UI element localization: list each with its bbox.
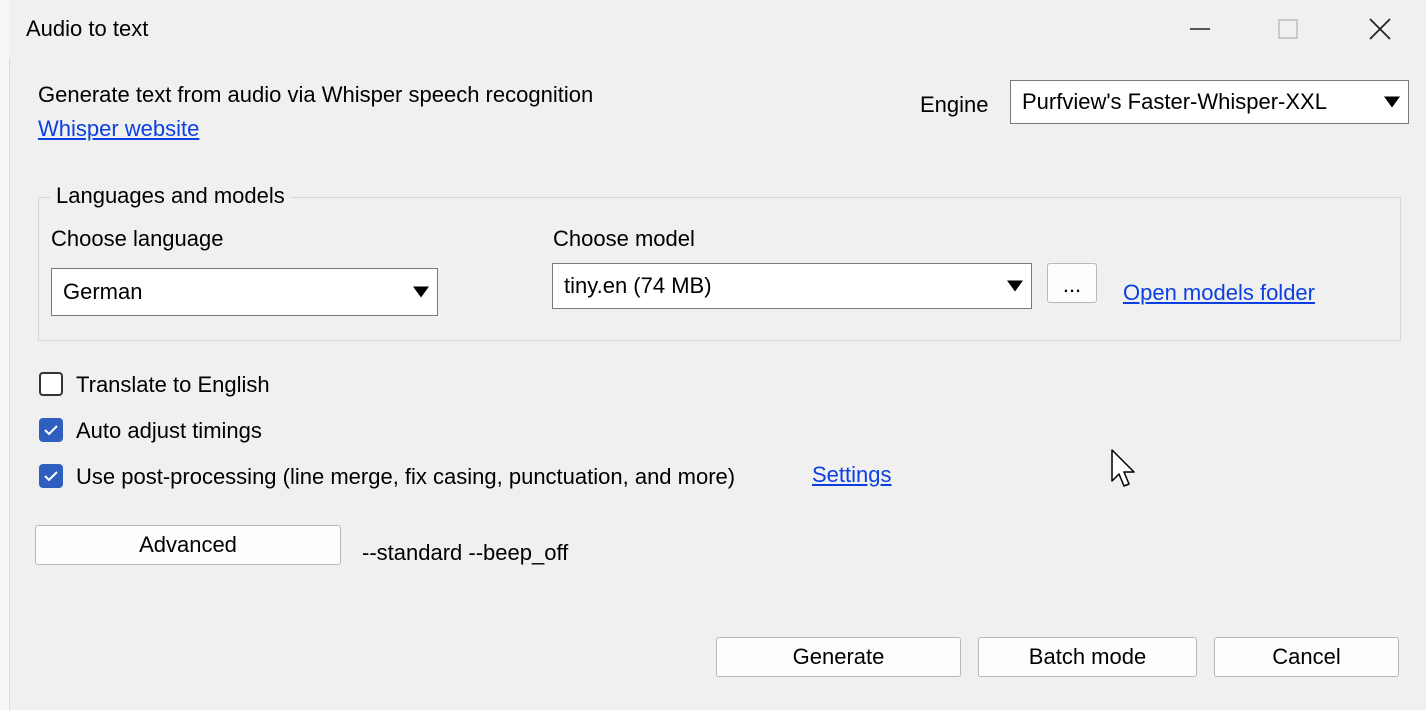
post-processing-settings-link[interactable]: Settings xyxy=(812,462,892,488)
auto-adjust-checkbox[interactable] xyxy=(39,418,63,442)
model-select[interactable]: tiny.en (74 MB) xyxy=(552,263,1032,309)
checkmark-icon xyxy=(44,425,58,436)
close-button[interactable] xyxy=(1341,0,1419,58)
group-legend: Languages and models xyxy=(50,183,291,209)
choose-model-label: Choose model xyxy=(553,226,695,251)
cancel-button[interactable]: Cancel xyxy=(1214,637,1399,677)
checkmark-icon xyxy=(44,471,58,482)
model-select-value: tiny.en (74 MB) xyxy=(564,273,712,298)
chevron-down-icon xyxy=(413,286,429,298)
background-window-edge xyxy=(0,0,10,710)
description-text: Generate text from audio via Whisper spe… xyxy=(38,82,594,107)
auto-adjust-label: Auto adjust timings xyxy=(76,418,262,443)
close-icon xyxy=(1369,18,1391,40)
language-select-value: German xyxy=(63,279,143,304)
post-processing-checkbox[interactable] xyxy=(39,464,63,488)
translate-label: Translate to English xyxy=(76,372,270,397)
mouse-cursor-icon xyxy=(1111,449,1135,487)
language-select[interactable]: German xyxy=(51,268,438,316)
chevron-down-icon xyxy=(1384,96,1400,108)
maximize-button[interactable] xyxy=(1249,0,1327,58)
generate-button[interactable]: Generate xyxy=(716,637,961,677)
engine-label: Engine xyxy=(920,92,989,117)
maximize-icon xyxy=(1278,19,1298,39)
advanced-params-text: --standard --beep_off xyxy=(362,540,569,565)
open-models-folder-link[interactable]: Open models folder xyxy=(1123,280,1315,306)
batch-mode-button[interactable]: Batch mode xyxy=(978,637,1197,677)
choose-language-label: Choose language xyxy=(51,226,224,251)
engine-select-value: Purfview's Faster-Whisper-XXL xyxy=(1022,89,1327,114)
window-title: Audio to text xyxy=(26,16,149,41)
post-processing-label: Use post-processing (line merge, fix cas… xyxy=(76,464,736,489)
chevron-down-icon xyxy=(1007,280,1023,292)
minimize-button[interactable] xyxy=(1161,0,1239,58)
translate-checkbox[interactable] xyxy=(39,372,63,396)
minimize-icon xyxy=(1190,28,1210,30)
advanced-button[interactable]: Advanced xyxy=(35,525,341,565)
engine-select[interactable]: Purfview's Faster-Whisper-XXL xyxy=(1010,80,1409,124)
whisper-website-link[interactable]: Whisper website xyxy=(38,116,199,142)
browse-models-button[interactable]: ... xyxy=(1047,263,1097,303)
